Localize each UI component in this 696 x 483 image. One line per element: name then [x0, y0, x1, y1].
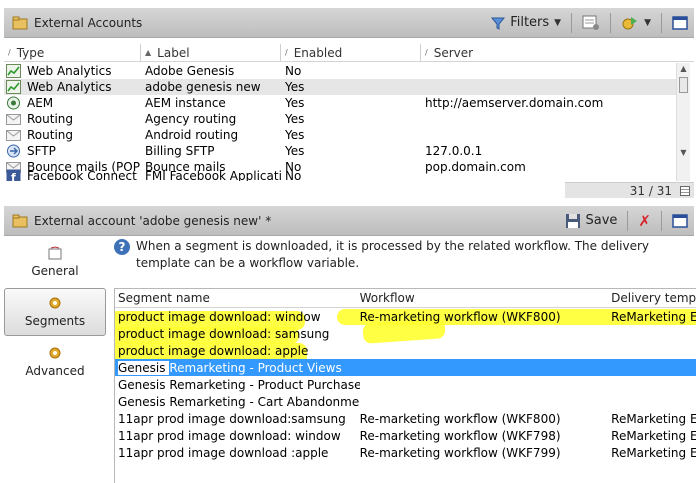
table-row[interactable]: Routing Agency routing Yes: [4, 111, 676, 127]
save-label: Save: [585, 213, 618, 228]
column-workflow[interactable]: Workflow: [360, 291, 612, 305]
table-row[interactable]: AEM AEM instance Yes http://aemserver.do…: [4, 95, 676, 111]
segments-table: Segment name Workflow Delivery templa pr…: [114, 288, 696, 483]
save-icon: [565, 213, 580, 228]
column-type[interactable]: / Type: [4, 44, 141, 61]
nav-advanced[interactable]: Advanced: [4, 338, 106, 386]
column-server[interactable]: / Server: [421, 44, 676, 61]
table-row[interactable]: Web Analytics Adobe Genesis No: [4, 63, 676, 79]
table-row[interactable]: product image download: samsung: [115, 325, 696, 342]
envelope-icon: [6, 130, 21, 141]
web-analytics-icon: [6, 80, 21, 94]
window-icon: [672, 213, 688, 228]
external-accounts-header: External Accounts Filters ▼ ▼: [4, 8, 694, 38]
account-detail-header: External account 'adobe genesis new' * S…: [4, 206, 694, 236]
help-message: ? When a segment is downloaded, it is pr…: [114, 238, 686, 272]
maximize-button[interactable]: [666, 210, 694, 232]
window-icon: [672, 15, 688, 30]
sftp-icon: [7, 144, 20, 158]
chevron-down-icon: ▼: [644, 17, 651, 28]
table-row[interactable]: Genesis Remarketing - Cart Abandonment: [115, 393, 696, 410]
web-analytics-icon: [6, 64, 21, 78]
column-segment-name[interactable]: Segment name: [115, 291, 360, 305]
aem-icon: [7, 96, 20, 110]
filter-icon: [491, 17, 506, 30]
nav-segments[interactable]: Segments: [4, 288, 106, 336]
svg-text:f: f: [11, 171, 16, 181]
scroll-thumb[interactable]: [679, 77, 688, 93]
chevron-down-icon: ▼: [554, 17, 562, 28]
record-count: 31 / 31: [629, 183, 672, 198]
list-settings-icon: [582, 15, 600, 30]
table-row[interactable]: product image download: apple: [115, 342, 696, 359]
nav-general[interactable]: General: [4, 238, 106, 286]
filters-button[interactable]: Filters ▼: [484, 12, 567, 34]
detail-title: External account 'adobe genesis new' *: [34, 213, 272, 228]
tools-icon: [622, 16, 638, 29]
configure-list-button[interactable]: [576, 12, 606, 34]
envelope-icon: [6, 114, 21, 125]
table-row[interactable]: SFTP Billing SFTP Yes 127.0.0.1: [4, 143, 676, 159]
folder-icon: [12, 214, 28, 227]
table-row[interactable]: product image download: window Re-market…: [115, 308, 696, 325]
help-text: When a segment is downloaded, it is proc…: [136, 239, 650, 270]
general-icon: [48, 246, 62, 260]
column-label[interactable]: ▲ Label: [141, 44, 281, 61]
table-row[interactable]: 11apr prod image download:samsung Re-mar…: [115, 410, 696, 427]
maximize-button[interactable]: [666, 12, 694, 34]
table-row[interactable]: Routing Android routing Yes: [4, 127, 676, 143]
scroll-down-icon[interactable]: ▼: [677, 147, 690, 159]
close-icon: ✗: [638, 211, 651, 230]
accounts-scrollbar[interactable]: ▲ ▼: [676, 63, 690, 181]
table-row[interactable]: Genesis Remarketing - Product Purchases: [115, 376, 696, 393]
detail-side-nav: General Segments Advanced: [4, 238, 106, 483]
folder-icon: [12, 16, 28, 29]
scroll-up-icon[interactable]: ▲: [677, 63, 690, 75]
accounts-table: Web Analytics Adobe Genesis No Web Analy…: [4, 63, 676, 181]
panel-title: External Accounts: [34, 15, 143, 30]
table-row-selected[interactable]: Genesis Remarketing - Product Views: [115, 359, 696, 376]
table-row[interactable]: 11apr prod image download :apple Re-mark…: [115, 444, 696, 461]
save-button[interactable]: Save: [559, 210, 624, 232]
pager: 31 / 31: [565, 182, 694, 198]
tools-button[interactable]: ▼: [615, 12, 657, 34]
gear-icon: [49, 297, 61, 309]
segments-column-headers: Segment name Workflow Delivery templa: [115, 289, 696, 308]
question-icon: ?: [114, 239, 130, 255]
cancel-button[interactable]: ✗: [632, 210, 657, 232]
table-row[interactable]: 11apr prod image download: window Re-mar…: [115, 427, 696, 444]
facebook-icon: f: [6, 169, 21, 181]
column-enabled[interactable]: / Enabled: [281, 44, 421, 61]
grid-icon[interactable]: [680, 185, 690, 196]
gear-icon: [49, 347, 61, 359]
filters-label: Filters: [510, 15, 550, 30]
column-delivery-template[interactable]: Delivery templa: [611, 291, 696, 305]
accounts-column-headers: / Type ▲ Label / Enabled / Server: [4, 44, 694, 62]
table-row[interactable]: Web Analytics adobe genesis new Yes: [4, 79, 676, 95]
